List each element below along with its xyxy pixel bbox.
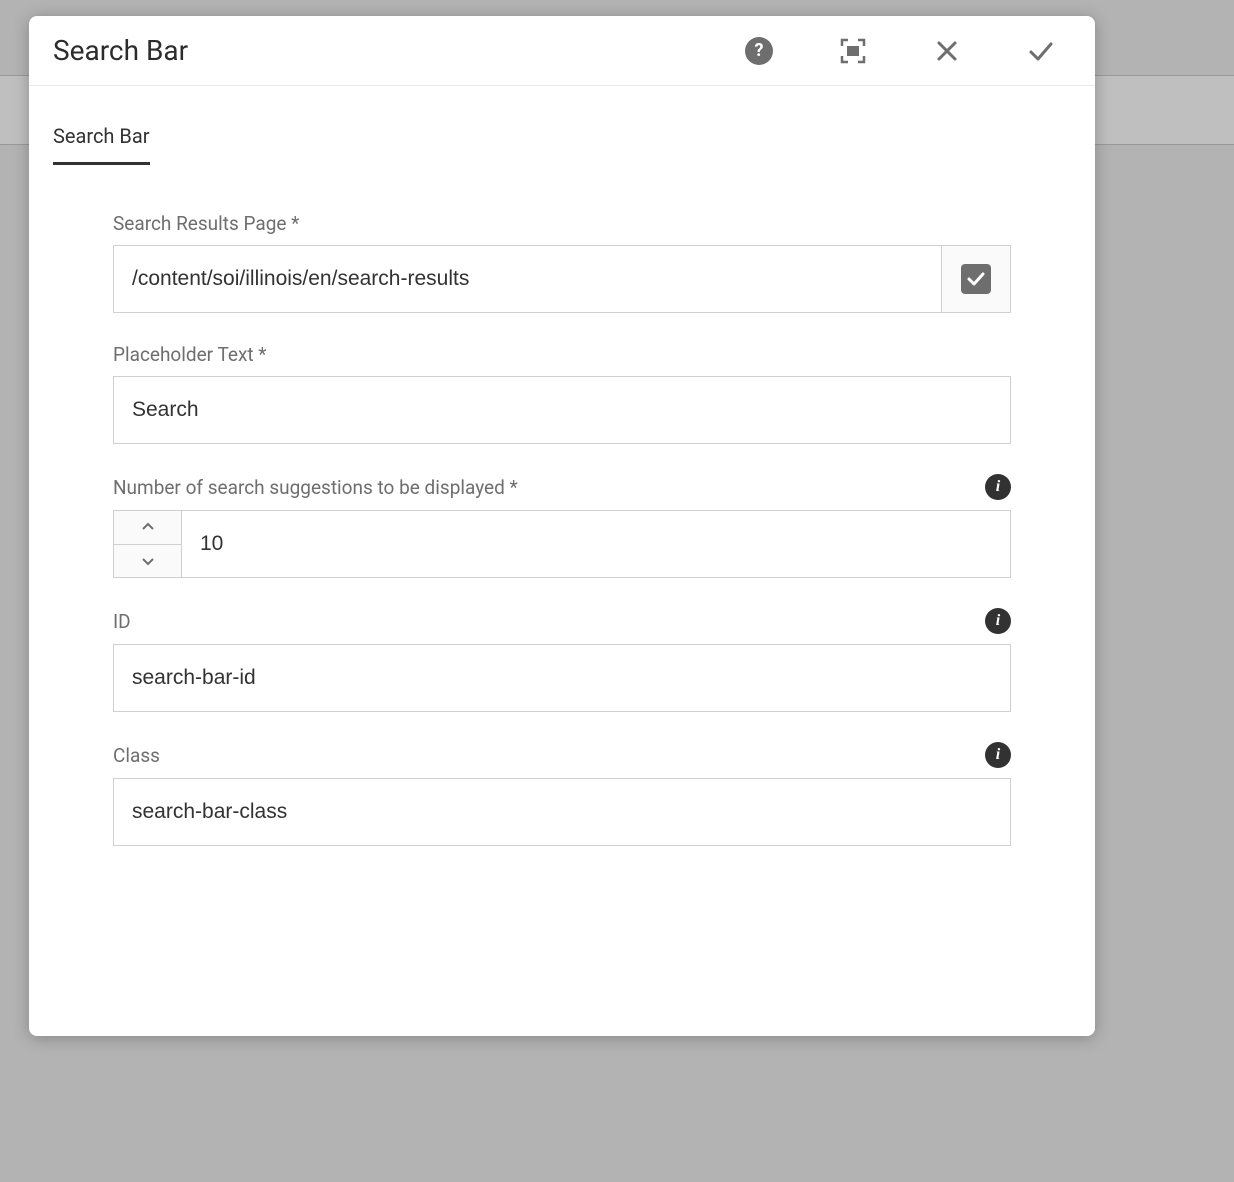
field-placeholder-text: Placeholder Text * — [113, 343, 1011, 444]
chevron-up-icon — [141, 522, 155, 532]
dialog-body: Search Bar Search Results Page * — [29, 86, 1095, 1036]
header-actions: ? — [743, 35, 1067, 67]
info-icon[interactable]: i — [985, 742, 1011, 768]
label-num-suggestions: Number of search suggestions to be displ… — [113, 476, 518, 499]
input-num-suggestions[interactable] — [181, 510, 1011, 578]
label-placeholder-text: Placeholder Text * — [113, 343, 266, 366]
path-picker-icon — [961, 264, 991, 294]
chevron-down-icon — [141, 556, 155, 566]
input-class[interactable] — [113, 778, 1011, 846]
field-id: ID i — [113, 608, 1011, 712]
info-icon[interactable]: i — [985, 474, 1011, 500]
close-button[interactable] — [931, 35, 963, 67]
input-placeholder-text[interactable] — [113, 376, 1011, 444]
close-icon — [935, 39, 959, 63]
label-class: Class — [113, 744, 160, 767]
stepper-up-button[interactable] — [114, 511, 181, 545]
tabs: Search Bar — [53, 124, 1071, 166]
done-button[interactable] — [1025, 35, 1057, 67]
check-icon — [1027, 37, 1055, 65]
help-icon: ? — [745, 37, 773, 65]
stepper — [113, 510, 181, 578]
path-picker-button[interactable] — [941, 245, 1011, 313]
label-id: ID — [113, 610, 131, 633]
label-search-results-page: Search Results Page * — [113, 212, 299, 235]
field-class: Class i — [113, 742, 1011, 846]
fullscreen-icon — [839, 37, 867, 65]
help-button[interactable]: ? — [743, 35, 775, 67]
tab-search-bar[interactable]: Search Bar — [53, 124, 150, 165]
field-num-suggestions: Number of search suggestions to be displ… — [113, 474, 1011, 578]
info-icon[interactable]: i — [985, 608, 1011, 634]
form: Search Results Page * Placeholder — [53, 212, 1071, 846]
input-search-results-page[interactable] — [113, 245, 941, 313]
field-search-results-page: Search Results Page * — [113, 212, 1011, 313]
stepper-down-button[interactable] — [114, 545, 181, 578]
dialog-header: Search Bar ? — [29, 16, 1095, 86]
dialog: Search Bar ? — [29, 16, 1095, 1036]
fullscreen-button[interactable] — [837, 35, 869, 67]
dialog-title: Search Bar — [53, 34, 743, 67]
input-id[interactable] — [113, 644, 1011, 712]
